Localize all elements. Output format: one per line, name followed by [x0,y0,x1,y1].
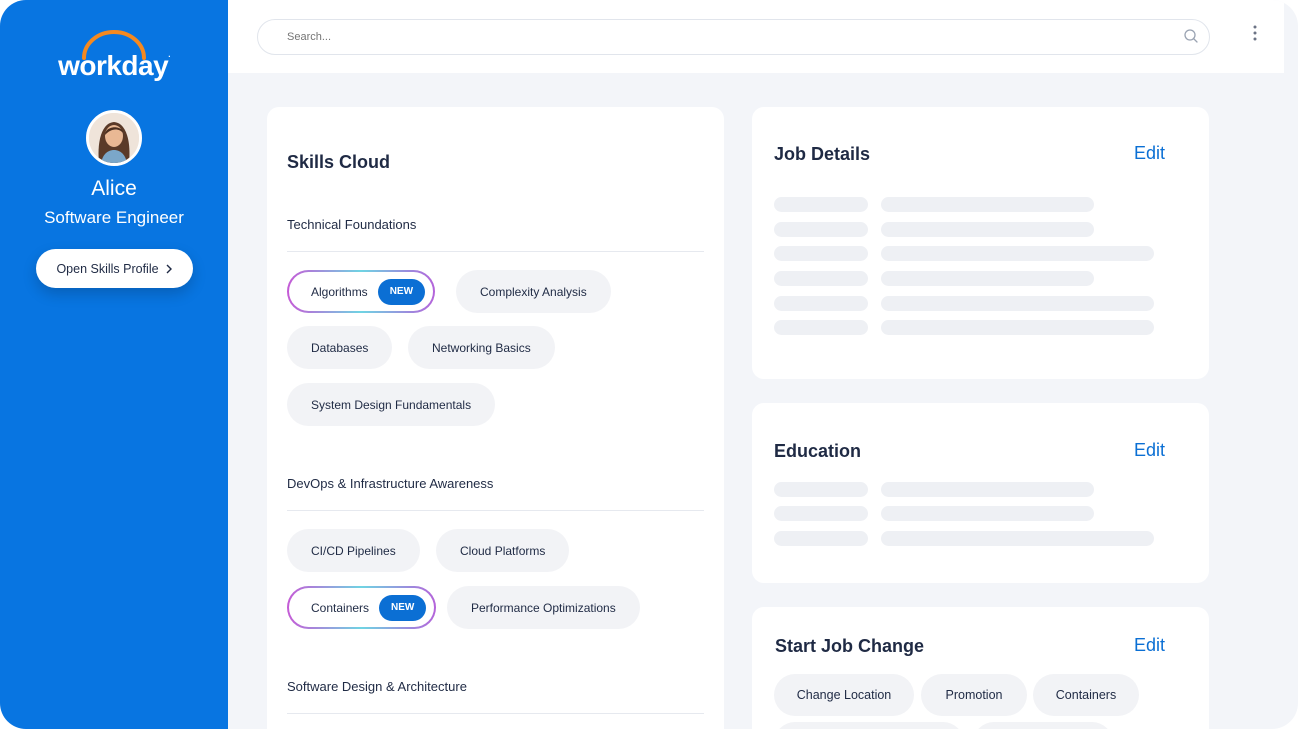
divider [287,510,704,511]
top-bar [228,0,1284,73]
skeleton-line [774,246,868,261]
skill-chip[interactable]: Cloud Platforms [436,529,570,572]
section-title: Software Design & Architecture [287,679,467,694]
skill-chip[interactable]: Databases [287,326,393,369]
skill-label: Databases [311,340,369,355]
skill-chip[interactable]: Complexity Analysis [456,270,611,313]
skill-chip[interactable]: CI/CD Pipelines [287,529,420,572]
sidebar: workday. Alice Software Engineer Open Sk… [0,0,228,729]
avatar[interactable] [86,110,142,166]
job-change-option[interactable]: Promotion [921,674,1027,716]
profile-button-label: Open Skills Profile [56,261,159,276]
skeleton-line [881,197,1094,212]
open-skills-profile-button[interactable]: Open Skills Profile [36,249,193,288]
search-bar[interactable] [257,19,1210,55]
skeleton-line [881,320,1154,335]
skeleton-line [774,320,868,335]
job-details-edit-link[interactable]: Edit [1134,143,1165,164]
skill-chip-algorithms[interactable]: Algorithms NEW [287,270,435,313]
skeleton-line [774,296,868,311]
skeleton-line [881,296,1154,311]
chevron-right-icon [166,264,172,273]
skill-label: Complexity Analysis [480,284,587,299]
skeleton-line [881,246,1154,261]
skeleton-line [881,531,1154,546]
skeleton-line [881,222,1094,237]
user-name: Alice [91,177,137,200]
app-frame: workday. Alice Software Engineer Open Sk… [0,0,1298,729]
education-edit-link[interactable]: Edit [1134,440,1165,461]
skill-chip-containers[interactable]: Containers NEW [287,586,436,629]
skeleton-line [881,482,1094,497]
skill-label: CI/CD Pipelines [311,543,396,558]
education-title: Education [774,441,862,461]
skills-cloud-title: Skills Cloud [287,152,391,172]
search-input[interactable] [287,31,1087,43]
new-badge: NEW [377,278,426,305]
skill-label: Cloud Platforms [460,543,546,558]
user-title: Software Engineer [44,208,184,227]
job-details-title: Job Details [774,144,871,164]
skill-chip[interactable]: Performance Optimizations [447,586,640,629]
job-change-option[interactable] [973,722,1113,729]
skeleton-line [774,222,868,237]
new-badge: NEW [379,594,427,621]
job-details-card: Job Details Edit [752,107,1209,379]
skill-label: Networking Basics [432,340,531,355]
skeleton-line [774,506,868,521]
section-title: DevOps & Infrastructure Awareness [287,476,494,491]
divider [287,713,704,714]
job-change-title: Start Job Change [775,636,925,656]
job-change-option[interactable]: Change Location [774,674,914,716]
skill-label: Algorithms [311,284,368,299]
skeleton-line [774,482,868,497]
skeleton-line [881,506,1094,521]
search-icon[interactable] [1183,28,1199,44]
education-card: Education Edit [752,403,1209,583]
skeleton-line [881,271,1094,286]
job-change-option[interactable] [774,722,964,729]
skill-label: Containers [311,600,370,615]
job-change-card: Start Job Change Edit Change Location Pr… [752,607,1209,729]
skill-label: Performance Optimizations [471,600,616,615]
logo-text: workday. [58,50,170,81]
section-title: Technical Foundations [287,217,417,232]
more-options-icon[interactable] [1246,24,1264,42]
divider [287,251,704,252]
skills-cloud-card: Skills Cloud Technical Foundations Algor… [267,107,724,729]
skill-chip[interactable]: System Design Fundamentals [287,383,496,426]
skill-chip[interactable]: Networking Basics [408,326,555,369]
avatar-image [89,113,139,163]
job-change-edit-link[interactable]: Edit [1134,635,1165,656]
job-change-option[interactable]: Containers [1033,674,1139,716]
skeleton-line [774,197,868,212]
skill-label: System Design Fundamentals [311,397,472,412]
skeleton-line [774,531,868,546]
skeleton-line [774,271,868,286]
